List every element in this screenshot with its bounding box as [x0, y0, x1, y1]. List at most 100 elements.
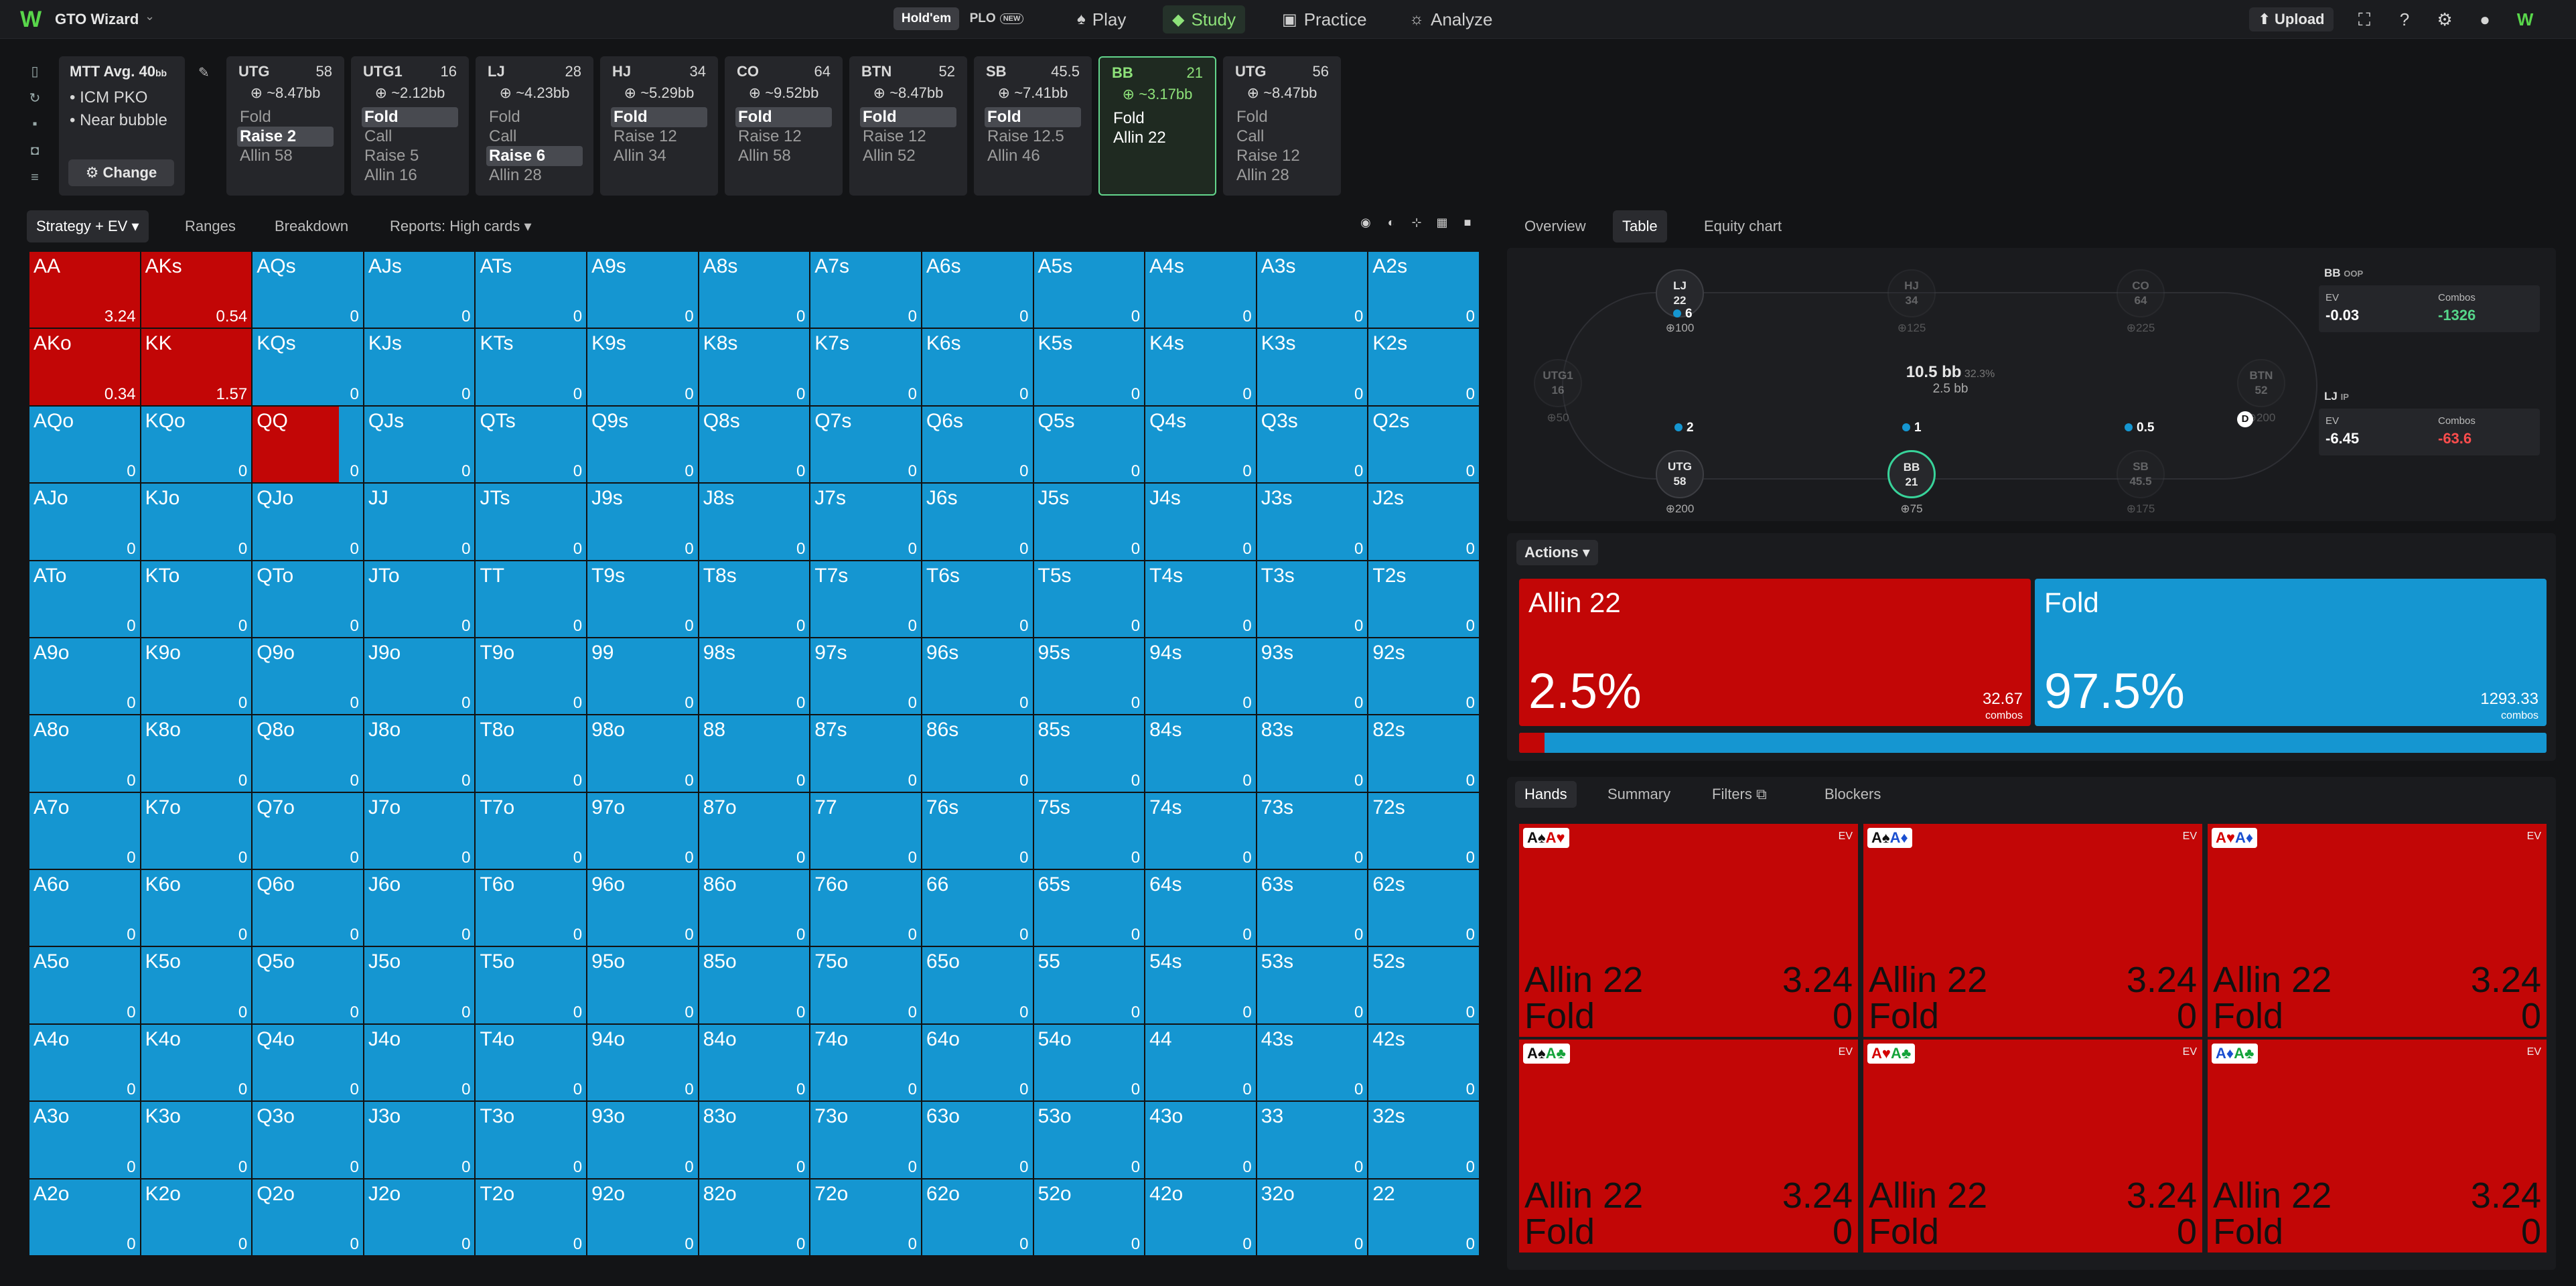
- position-option[interactable]: Call: [486, 127, 583, 147]
- hand-cell[interactable]: 96o 0: [587, 870, 698, 946]
- hand-cell[interactable]: 33 0: [1257, 1102, 1368, 1178]
- hand-cell[interactable]: AJs 0: [364, 252, 475, 328]
- hand-cell[interactable]: 75o 0: [810, 947, 921, 1023]
- hand-cell[interactable]: 83s 0: [1257, 715, 1368, 792]
- position-option[interactable]: Allin 34: [611, 146, 707, 166]
- hand-cell[interactable]: Q6s 0: [922, 406, 1033, 483]
- view-grid-icon[interactable]: ▦: [1433, 216, 1451, 233]
- hand-cell[interactable]: K9s 0: [587, 329, 698, 405]
- hand-cell[interactable]: 54o 0: [1033, 1024, 1145, 1101]
- hand-cell[interactable]: K8o 0: [141, 715, 252, 792]
- hand-cell[interactable]: 43o 0: [1145, 1102, 1256, 1178]
- hand-combo-card[interactable]: A♠A♥ EV Allin 22 3.24 Fold 0: [1519, 824, 1858, 1037]
- hand-cell[interactable]: J7o 0: [364, 792, 475, 869]
- hand-cell[interactable]: 87o 0: [699, 792, 810, 869]
- seat-hj[interactable]: HJ 34: [1887, 269, 1936, 317]
- position-option[interactable]: Allin 22: [1111, 128, 1204, 148]
- hand-cell[interactable]: 92o 0: [587, 1179, 698, 1255]
- hand-cell[interactable]: K2o 0: [141, 1179, 252, 1255]
- hand-cell[interactable]: A8o 0: [29, 715, 140, 792]
- hand-cell[interactable]: 55 0: [1033, 947, 1145, 1023]
- hand-cell[interactable]: K8s 0: [699, 329, 810, 405]
- hand-cell[interactable]: 95s 0: [1033, 638, 1145, 715]
- hand-cell[interactable]: 93s 0: [1257, 638, 1368, 715]
- user-avatar[interactable]: W: [2514, 9, 2536, 29]
- hand-cell[interactable]: A2o 0: [29, 1179, 140, 1255]
- hand-cell[interactable]: 76o 0: [810, 870, 921, 946]
- hand-cell[interactable]: QJo 0: [253, 484, 363, 560]
- nav-study[interactable]: ◆ Study: [1163, 5, 1245, 33]
- hand-cell[interactable]: K7o 0: [141, 792, 252, 869]
- hand-cell[interactable]: 94o 0: [587, 1024, 698, 1101]
- position-option[interactable]: Fold: [362, 107, 458, 127]
- hand-cell[interactable]: 44 0: [1145, 1024, 1256, 1101]
- hand-cell[interactable]: Q7s 0: [810, 406, 921, 483]
- seat-bb[interactable]: BB 21: [1887, 450, 1936, 498]
- hand-cell[interactable]: 54s 0: [1145, 947, 1256, 1023]
- hand-cell[interactable]: 84o 0: [699, 1024, 810, 1101]
- app-name[interactable]: GTO Wizard: [55, 11, 139, 28]
- hand-cell[interactable]: ATo 0: [29, 561, 140, 637]
- hand-cell[interactable]: T7o 0: [476, 792, 587, 869]
- hand-cell[interactable]: 82o 0: [699, 1179, 810, 1255]
- seat-co[interactable]: CO 64: [2117, 269, 2165, 317]
- hand-cell[interactable]: K4s 0: [1145, 329, 1256, 405]
- hand-cell[interactable]: 72s 0: [1368, 792, 1479, 869]
- view-compact-icon[interactable]: ⊹: [1408, 216, 1425, 233]
- hand-cell[interactable]: 83o 0: [699, 1102, 810, 1178]
- position-option[interactable]: Raise 12.5: [985, 127, 1081, 147]
- view-full-icon[interactable]: ■: [1459, 216, 1476, 233]
- hand-cell[interactable]: T6o 0: [476, 870, 587, 946]
- hand-cell[interactable]: K4o 0: [141, 1024, 252, 1101]
- hand-cell[interactable]: 82s 0: [1368, 715, 1479, 792]
- game-type-holdem[interactable]: Hold'em: [893, 7, 959, 30]
- hand-cell[interactable]: KJs 0: [364, 329, 475, 405]
- edit-icon[interactable]: ✎: [198, 64, 210, 81]
- hand-cell[interactable]: 97o 0: [587, 792, 698, 869]
- hand-cell[interactable]: J8s 0: [699, 484, 810, 560]
- gto-wizard-logo[interactable]: W: [20, 8, 42, 31]
- hand-cell[interactable]: Q5o 0: [253, 947, 363, 1023]
- hand-cell[interactable]: 62s 0: [1368, 870, 1479, 946]
- save-icon[interactable]: ▪: [25, 117, 44, 135]
- hand-cell[interactable]: T7s 0: [810, 561, 921, 637]
- hand-cell[interactable]: 52o 0: [1033, 1179, 1145, 1255]
- hand-cell[interactable]: 86o 0: [699, 870, 810, 946]
- position-option[interactable]: Allin 28: [1234, 165, 1330, 186]
- settings-gear-icon[interactable]: ⚙: [2434, 9, 2455, 29]
- tab-reports[interactable]: Reports: High cards ▾: [380, 210, 541, 242]
- position-option[interactable]: Raise 6: [486, 146, 583, 166]
- position-option[interactable]: Fold: [1111, 109, 1204, 129]
- hand-cell[interactable]: Q3s 0: [1257, 406, 1368, 483]
- hand-cell[interactable]: A3s 0: [1257, 252, 1368, 328]
- hand-cell[interactable]: 42o 0: [1145, 1179, 1256, 1255]
- hand-cell[interactable]: Q2o 0: [253, 1179, 363, 1255]
- hand-cell[interactable]: 77 0: [810, 792, 921, 869]
- hand-cell[interactable]: KQo 0: [141, 406, 252, 483]
- hand-cell[interactable]: 52s 0: [1368, 947, 1479, 1023]
- position-option[interactable]: Fold: [611, 107, 707, 127]
- hand-cell[interactable]: A8s 0: [699, 252, 810, 328]
- tab-ranges[interactable]: Ranges: [175, 210, 245, 242]
- hand-cell[interactable]: 53o 0: [1033, 1102, 1145, 1178]
- position-card-btn[interactable]: BTN 52 ⊕ ~8.47bb Fold Raise 12 Allin 52: [849, 56, 967, 196]
- hand-cell[interactable]: Q7o 0: [253, 792, 363, 869]
- position-card-bb[interactable]: BB 21 ⊕ ~3.17bb Fold Allin 22: [1098, 56, 1216, 196]
- hand-cell[interactable]: Q8s 0: [699, 406, 810, 483]
- hand-cell[interactable]: 87s 0: [810, 715, 921, 792]
- hand-combo-card[interactable]: A♥A♦ EV Allin 22 3.24 Fold 0: [2208, 824, 2547, 1037]
- view-contrast-icon[interactable]: ◐: [1382, 216, 1400, 233]
- hand-cell[interactable]: K5o 0: [141, 947, 252, 1023]
- tab-table[interactable]: Table: [1613, 210, 1667, 242]
- position-option[interactable]: Allin 28: [486, 165, 583, 186]
- position-option[interactable]: Call: [1234, 127, 1330, 147]
- position-option[interactable]: Raise 2: [237, 127, 334, 147]
- hand-cell[interactable]: 74o 0: [810, 1024, 921, 1101]
- hand-cell[interactable]: T3o 0: [476, 1102, 587, 1178]
- hand-cell[interactable]: Q2s 0: [1368, 406, 1479, 483]
- hand-cell[interactable]: A6o 0: [29, 870, 140, 946]
- hand-cell[interactable]: 75s 0: [1033, 792, 1145, 869]
- chevron-down-icon[interactable]: ⌄: [145, 9, 155, 23]
- hand-cell[interactable]: T2o 0: [476, 1179, 587, 1255]
- hand-cell[interactable]: J6s 0: [922, 484, 1033, 560]
